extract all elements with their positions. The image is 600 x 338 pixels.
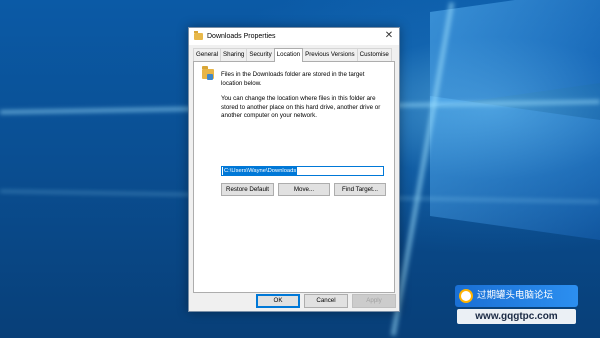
apply-button[interactable]: Apply bbox=[352, 294, 396, 308]
selected-path-text: C:\Users\Wayne\Downloads bbox=[223, 167, 298, 175]
dialog-titlebar[interactable]: Downloads Properties ✕ bbox=[189, 28, 399, 45]
watermark-title: 过期罐头电脑论坛 bbox=[477, 290, 554, 301]
intro-text: Files in the Downloads folder are stored… bbox=[221, 71, 365, 87]
restore-default-button[interactable]: Restore Default bbox=[221, 183, 274, 196]
tab-sharing[interactable]: Sharing bbox=[220, 48, 248, 61]
tab-previous-versions[interactable]: Previous Versions bbox=[302, 48, 358, 61]
ok-button[interactable]: OK bbox=[256, 294, 300, 308]
properties-dialog: Downloads Properties ✕ General Sharing S… bbox=[188, 27, 400, 312]
folder-download-icon bbox=[202, 66, 214, 80]
watermark-url: www.gqgtpc.com bbox=[457, 309, 576, 324]
move-button[interactable]: Move... bbox=[278, 183, 330, 196]
site-watermark: 过期罐头电脑论坛 www.gqgtpc.com bbox=[455, 285, 578, 325]
find-target-button[interactable]: Find Target... bbox=[334, 183, 386, 196]
description-text: You can change the location where files … bbox=[221, 95, 381, 119]
tab-general[interactable]: General bbox=[193, 48, 222, 61]
tab-customise[interactable]: Customise bbox=[356, 48, 392, 61]
cancel-button[interactable]: Cancel bbox=[304, 294, 348, 308]
location-tab-panel: Files in the Downloads folder are stored… bbox=[193, 61, 395, 293]
folder-download-icon bbox=[194, 31, 203, 40]
windows-logo-pane-top bbox=[430, 0, 600, 107]
location-path-input[interactable]: C:\Users\Wayne\Downloads bbox=[221, 166, 384, 176]
dialog-title: Downloads Properties bbox=[207, 33, 276, 40]
forum-logo-icon bbox=[459, 289, 473, 303]
watermark-banner: 过期罐头电脑论坛 bbox=[455, 285, 578, 307]
tab-location[interactable]: Location bbox=[273, 48, 304, 62]
windows-logo-pane-bottom bbox=[430, 96, 600, 240]
tab-security[interactable]: Security bbox=[246, 48, 275, 61]
close-icon[interactable]: ✕ bbox=[383, 30, 395, 42]
tab-strip: General Sharing Security Location Previo… bbox=[193, 48, 392, 62]
